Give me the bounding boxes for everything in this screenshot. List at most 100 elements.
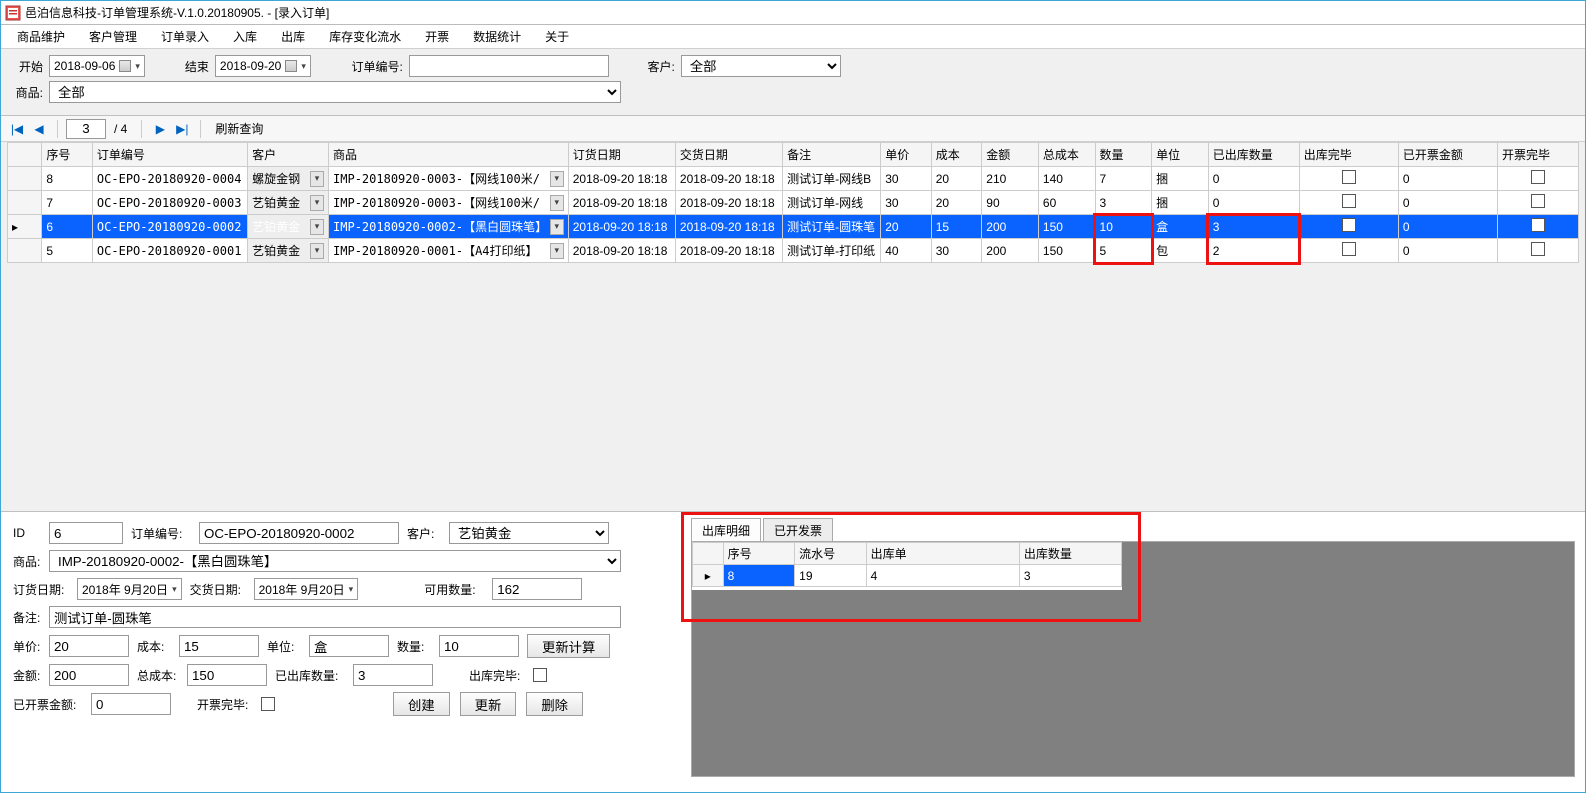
customer-select[interactable]: 全部 — [681, 55, 841, 77]
dropdown-icon[interactable]: ▾ — [310, 219, 324, 235]
orderno-label: 订单编号: — [343, 58, 403, 75]
dropdown-icon[interactable]: ▾ — [310, 243, 324, 259]
recalc-button[interactable]: 更新计算 — [527, 634, 610, 658]
amount-input[interactable] — [49, 664, 129, 686]
table-row[interactable]: ▸6OC-EPO-20180920-0002艺铂黄金▾IMP-20180920-… — [8, 215, 1579, 239]
menu-products[interactable]: 商品维护 — [7, 26, 75, 47]
delivdate-input[interactable]: 2018年 9月20日▾ — [254, 578, 359, 600]
row-header: ▸ — [8, 215, 42, 239]
calendar-icon — [119, 60, 131, 72]
row-header — [8, 191, 42, 215]
paginator: |◀ ◀ / 4 ▶ ▶| 刷新查询 — [1, 116, 1585, 142]
checkbox[interactable] — [1342, 170, 1356, 184]
row-pointer-icon: ▸ — [693, 565, 724, 587]
unit-input[interactable] — [309, 635, 389, 657]
filter-bar: 开始 2018-09-06 ▾ 结束 2018-09-20 ▾ 订单编号: 客户… — [1, 49, 1585, 116]
checkbox[interactable] — [1342, 242, 1356, 256]
outqty-label: 已出库数量: — [275, 667, 345, 684]
dropdown-icon: ▾ — [301, 61, 306, 72]
table-row[interactable]: 7OC-EPO-20180920-0003艺铂黄金▾IMP-20180920-0… — [8, 191, 1579, 215]
invdone-checkbox[interactable] — [261, 697, 275, 711]
refresh-button[interactable]: 刷新查询 — [209, 120, 269, 137]
subgrid-row[interactable]: ▸ 8 19 4 3 — [693, 565, 1122, 587]
table-row[interactable]: 8OC-EPO-20180920-0004螺旋金钢▾IMP-20180920-0… — [8, 167, 1579, 191]
last-page-button[interactable]: ▶| — [172, 119, 192, 139]
remark-input[interactable] — [49, 606, 621, 628]
invamt-input[interactable] — [91, 693, 171, 715]
cost-label: 成本: — [137, 638, 171, 655]
dropdown-icon[interactable]: ▾ — [550, 195, 564, 211]
menu-order-entry[interactable]: 订单录入 — [151, 26, 219, 47]
app-icon — [5, 5, 21, 21]
outbound-subgrid[interactable]: 序号流水号 出库单出库数量 ▸ 8 19 4 3 — [692, 542, 1122, 587]
dropdown-icon[interactable]: ▾ — [550, 219, 564, 235]
orderdate-input[interactable]: 2018年 9月20日▾ — [77, 578, 182, 600]
end-date-input[interactable]: 2018-09-20 ▾ — [215, 55, 311, 77]
checkbox[interactable] — [1342, 218, 1356, 232]
cost-input[interactable] — [179, 635, 259, 657]
qty-label: 数量: — [397, 638, 431, 655]
row-header — [8, 239, 42, 263]
orderno-input[interactable] — [409, 55, 609, 77]
menu-stock-flow[interactable]: 库存变化流水 — [319, 26, 411, 47]
page-total: / 4 — [114, 122, 127, 136]
tab-invoiced[interactable]: 已开发票 — [763, 518, 833, 541]
table-row[interactable]: 5OC-EPO-20180920-0001艺铂黄金▾IMP-20180920-0… — [8, 239, 1579, 263]
checkbox[interactable] — [1531, 218, 1545, 232]
orders-grid-wrapper: 序号订单编号客户 商品订货日期交货日期 备注单价成本 金额总成本数量 单位已出库… — [1, 142, 1585, 512]
unit-label: 单位: — [267, 638, 301, 655]
orderno-label-d: 订单编号: — [131, 525, 191, 542]
orders-grid[interactable]: 序号订单编号客户 商品订货日期交货日期 备注单价成本 金额总成本数量 单位已出库… — [7, 142, 1579, 263]
price-input[interactable] — [49, 635, 129, 657]
tab-pane: 出库明细 已开发票 序号流水号 出库单出库数量 ▸ 8 — [681, 512, 1585, 767]
checkbox[interactable] — [1531, 194, 1545, 208]
menu-outbound[interactable]: 出库 — [271, 26, 315, 47]
orderno-input-d[interactable] — [199, 522, 399, 544]
menu-about[interactable]: 关于 — [535, 26, 579, 47]
dropdown-icon[interactable]: ▾ — [310, 195, 324, 211]
next-page-button[interactable]: ▶ — [150, 119, 170, 139]
outdone-checkbox[interactable] — [533, 668, 547, 682]
update-button[interactable]: 更新 — [460, 692, 517, 716]
invamt-label: 已开票金额: — [13, 696, 83, 713]
product-select[interactable]: 全部 — [49, 81, 621, 103]
grid-header-row: 序号订单编号客户 商品订货日期交货日期 备注单价成本 金额总成本数量 单位已出库… — [8, 143, 1579, 167]
dropdown-icon[interactable]: ▾ — [550, 171, 564, 187]
start-date-input[interactable]: 2018-09-06 ▾ — [49, 55, 145, 77]
totalcost-input[interactable] — [187, 664, 267, 686]
menu-invoice[interactable]: 开票 — [415, 26, 459, 47]
menu-customers[interactable]: 客户管理 — [79, 26, 147, 47]
outqty-input[interactable] — [353, 664, 433, 686]
tabs: 出库明细 已开发票 — [691, 518, 1575, 541]
create-button[interactable]: 创建 — [393, 692, 450, 716]
product-label: 商品: — [11, 84, 43, 101]
menu-stats[interactable]: 数据统计 — [463, 26, 531, 47]
price-label: 单价: — [13, 638, 41, 655]
product-select-d[interactable]: IMP-20180920-0002-【黑白圆珠笔】 — [49, 550, 621, 572]
end-label: 结束 — [177, 58, 209, 75]
customer-label: 客户: — [641, 58, 675, 75]
qty-input[interactable] — [439, 635, 519, 657]
availqty-label: 可用数量: — [424, 581, 484, 598]
checkbox[interactable] — [1531, 170, 1545, 184]
invdone-label: 开票完毕: — [197, 696, 253, 713]
dropdown-icon[interactable]: ▾ — [310, 171, 324, 187]
totalcost-label: 总成本: — [137, 667, 179, 684]
delete-button[interactable]: 删除 — [526, 692, 583, 716]
dropdown-icon: ▾ — [135, 61, 140, 72]
first-page-button[interactable]: |◀ — [7, 119, 27, 139]
checkbox[interactable] — [1342, 194, 1356, 208]
detail-form: ID 订单编号: 客户: 艺铂黄金 商品: IMP-20180920-0002-… — [1, 512, 681, 767]
availqty-input[interactable] — [492, 578, 582, 600]
delivdate-label: 交货日期: — [190, 581, 246, 598]
start-label: 开始 — [11, 58, 43, 75]
tab-outbound-detail[interactable]: 出库明细 — [691, 518, 761, 541]
page-input[interactable] — [66, 119, 106, 139]
id-input[interactable] — [49, 522, 123, 544]
menu-inbound[interactable]: 入库 — [223, 26, 267, 47]
dropdown-icon[interactable]: ▾ — [550, 243, 564, 259]
amount-label: 金额: — [13, 667, 41, 684]
prev-page-button[interactable]: ◀ — [29, 119, 49, 139]
checkbox[interactable] — [1531, 242, 1545, 256]
customer-select-d[interactable]: 艺铂黄金 — [449, 522, 609, 544]
